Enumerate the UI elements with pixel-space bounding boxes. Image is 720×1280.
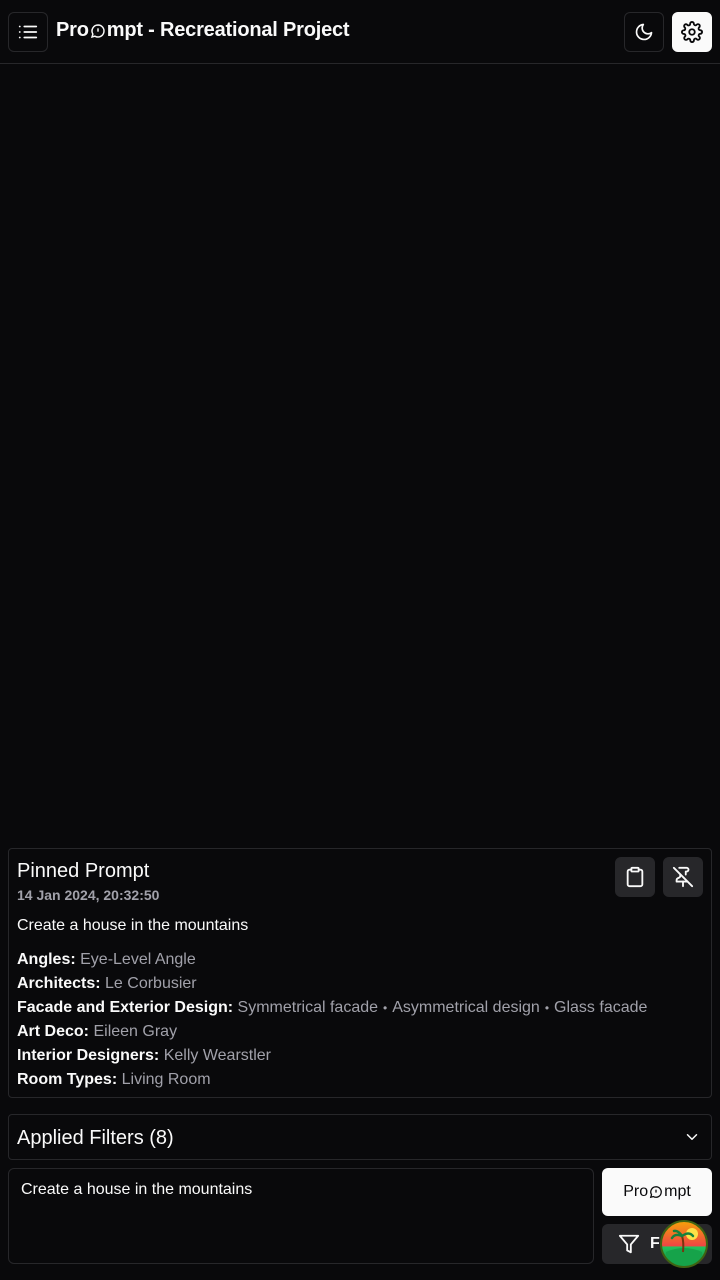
prompt-input[interactable] [8, 1168, 594, 1264]
pinned-prompt-text: Create a house in the mountains [17, 917, 249, 934]
app-title-end: mpt - Recreational Project [106, 19, 350, 41]
chat-bubble-icon [90, 23, 105, 38]
pinned-prompt-card: Pinned Prompt 14 Jan 2024, 20:32:50 Crea… [8, 848, 712, 1098]
prompt-detail-row: Angles: Eye-Level Angle [17, 948, 707, 972]
funnel-icon [618, 1234, 640, 1254]
moon-icon [635, 23, 653, 41]
separator-dot: • [383, 1001, 388, 1015]
detail-value: Living Room [121, 1071, 211, 1088]
prompt-button[interactable]: Pro mpt [602, 1168, 712, 1216]
app-title-start: Pro [56, 19, 89, 41]
detail-value: Asymmetrical design [392, 999, 540, 1016]
detail-key: Interior Designers: [17, 1047, 160, 1064]
pinned-title: Pinned Prompt [17, 860, 150, 882]
chat-bubble-icon [649, 1186, 662, 1199]
filters-button-label: F [650, 1235, 660, 1252]
prompt-button-label-start: Pro [623, 1183, 649, 1200]
pinned-date: 14 Jan 2024, 20:32:50 [17, 887, 160, 903]
prompt-detail-row: Interior Designers: Kelly Wearstler [17, 1044, 707, 1068]
list-icon [18, 25, 38, 39]
prompt-detail-row: Room Types: Living Room [17, 1068, 707, 1092]
detail-value: Eye-Level Angle [80, 951, 196, 968]
prompt-detail-row: Art Deco: Eileen Gray [17, 1020, 707, 1044]
applied-filters-accordion[interactable]: Applied Filters (8) [8, 1114, 712, 1160]
settings-button[interactable] [672, 12, 712, 52]
top-bar: Pro mpt - Recreational Project [0, 0, 720, 64]
detail-key: Facade and Exterior Design: [17, 999, 234, 1016]
prompt-button-label-end: mpt [664, 1183, 691, 1200]
main-content-area [0, 65, 720, 848]
theme-toggle-button[interactable] [624, 12, 664, 52]
separator-dot: • [544, 1001, 550, 1015]
detail-value: Eileen Gray [93, 1023, 178, 1040]
applied-filters-label: Applied Filters (8) [17, 1127, 174, 1149]
detail-value: Le Corbusier [105, 975, 197, 992]
detail-value: Kelly Wearstler [163, 1047, 272, 1064]
detail-key: Art Deco: [17, 1023, 90, 1040]
detail-value: Symmetrical facade [237, 999, 379, 1016]
clipboard-icon [626, 866, 644, 888]
pin-off-icon [672, 866, 694, 888]
copy-button[interactable] [615, 857, 655, 897]
menu-button[interactable] [8, 12, 48, 52]
gear-icon [681, 21, 703, 43]
detail-key: Architects: [17, 975, 101, 992]
prompt-details-list: Angles: Eye-Level Angle Architects: Le Co… [17, 948, 707, 1092]
island-icon [666, 1228, 702, 1266]
detail-key: Room Types: [17, 1071, 118, 1088]
app-title: Pro mpt - Recreational Project [56, 19, 350, 42]
avatar[interactable] [660, 1220, 708, 1268]
detail-value: Glass facade [554, 999, 648, 1016]
detail-key: Angles: [17, 951, 76, 968]
chevron-down-icon [686, 1134, 698, 1140]
prompt-detail-row: Facade and Exterior Design: Symmetrical … [17, 996, 707, 1020]
unpin-button[interactable] [663, 857, 703, 897]
prompt-detail-row: Architects: Le Corbusier [17, 972, 707, 996]
